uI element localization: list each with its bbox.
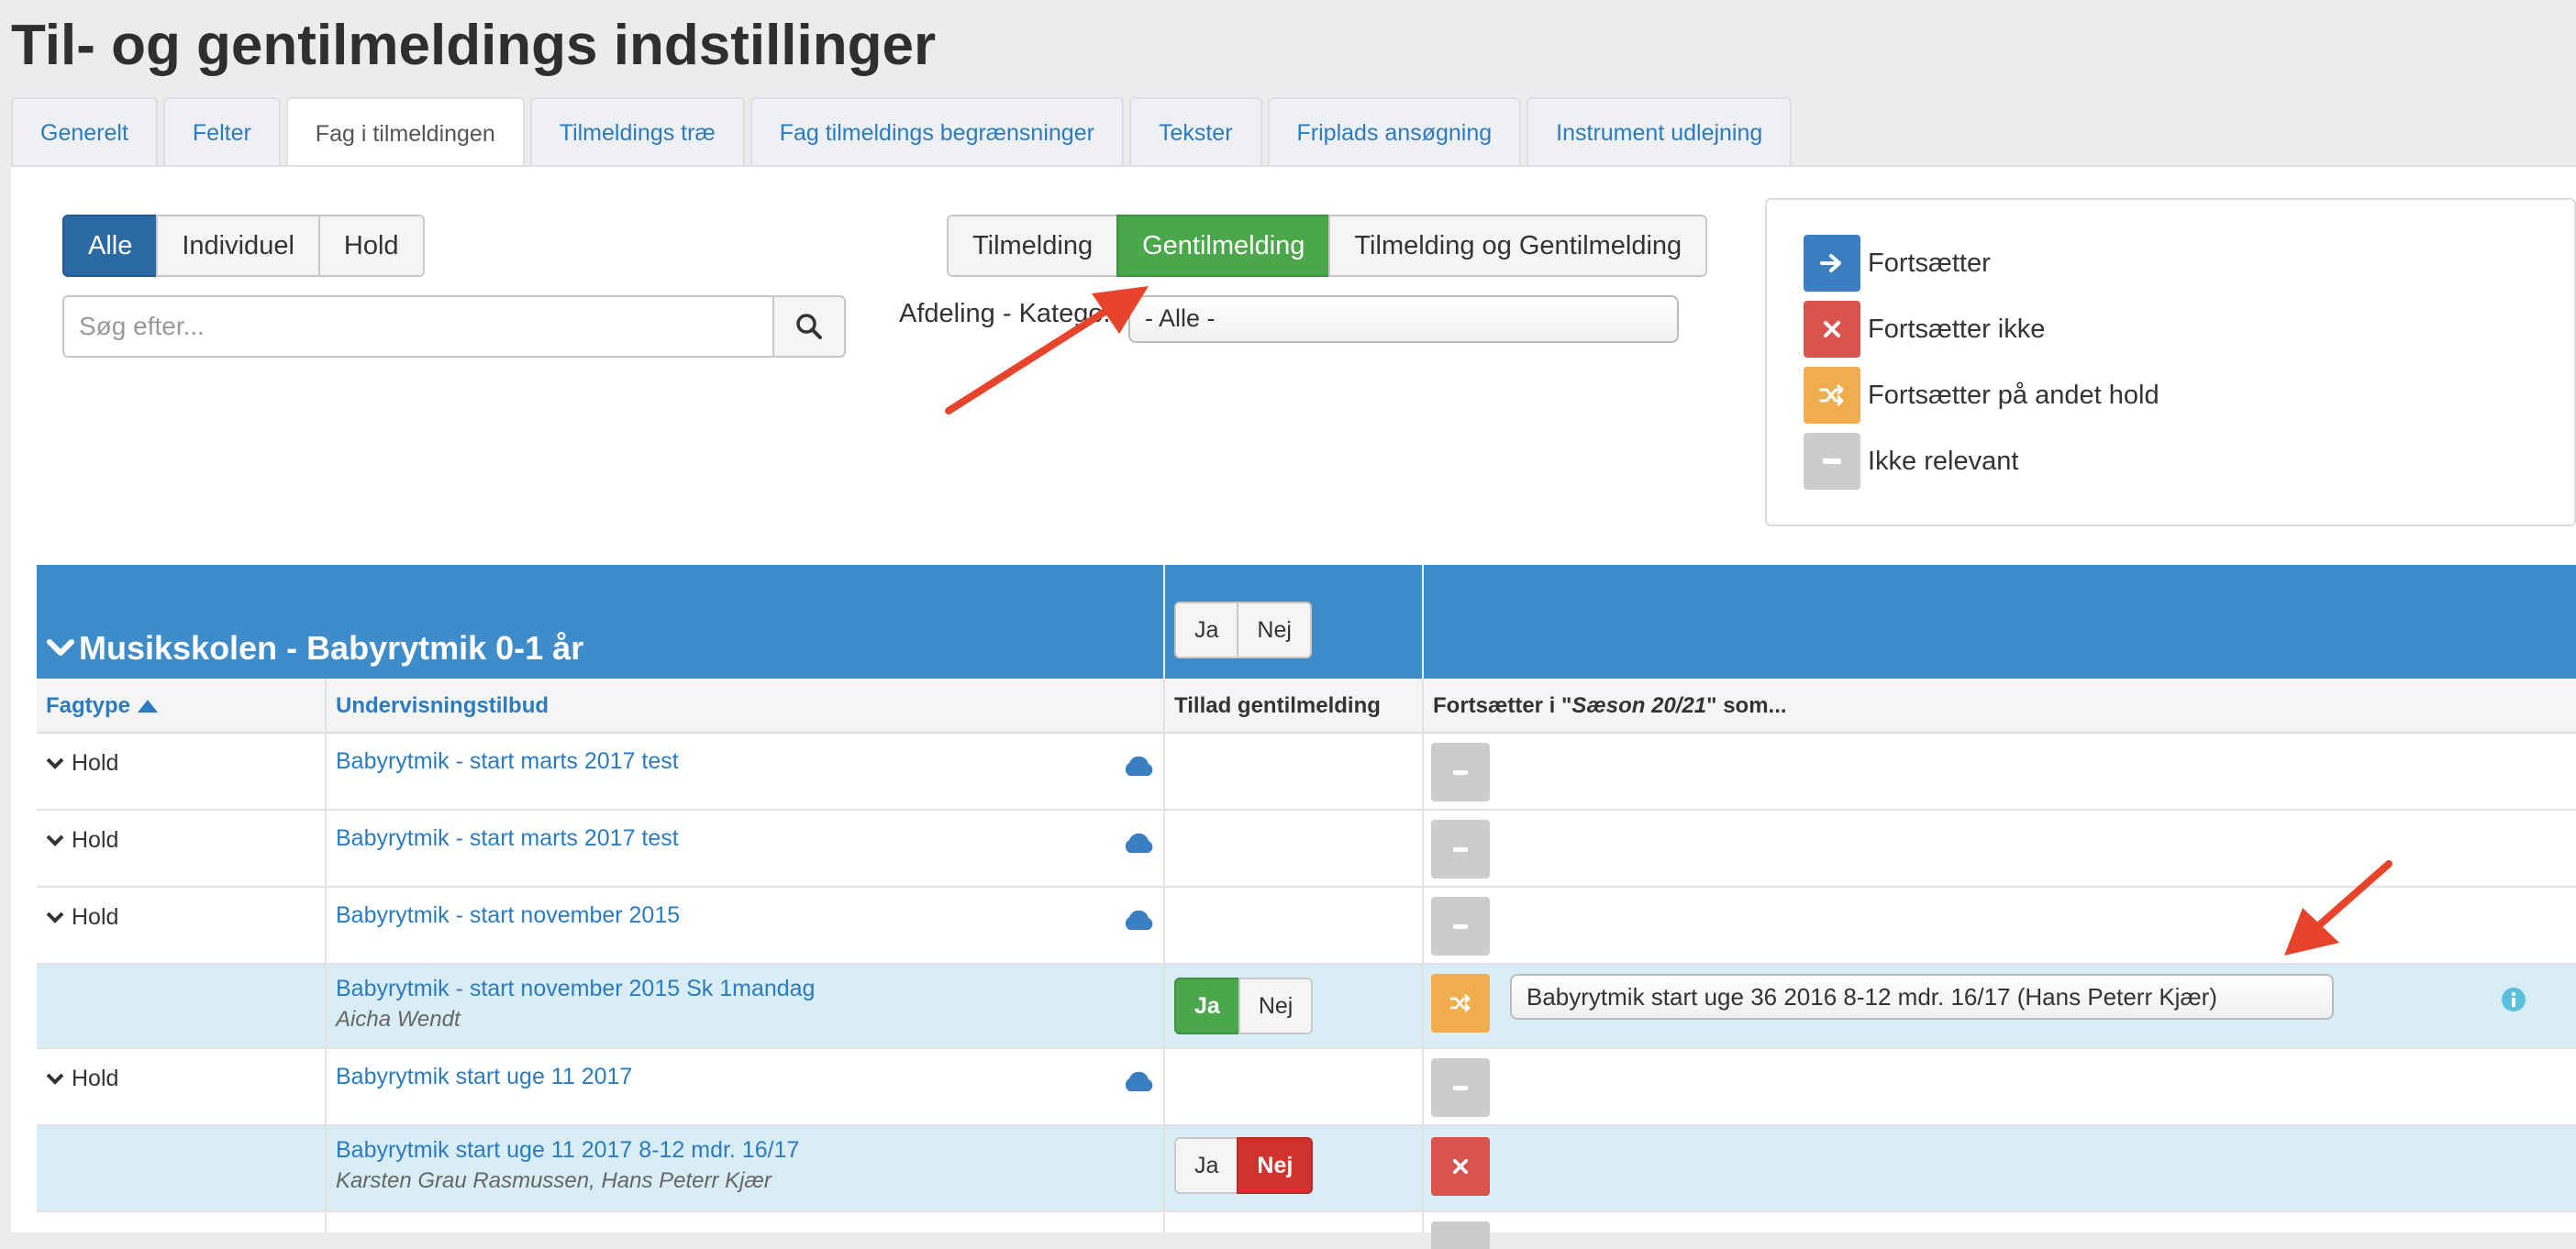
mode-tilmelding-og-gentilmelding-button[interactable]: Tilmelding og Gentilmelding bbox=[1328, 215, 1708, 277]
legend-label: Fortsætter på andet hold bbox=[1868, 380, 2160, 410]
search-bar bbox=[62, 295, 846, 358]
continue-team-select[interactable]: Babyrytmik start uge 36 2016 8-12 mdr. 1… bbox=[1510, 974, 2334, 1020]
shuffle-icon bbox=[1804, 367, 1860, 424]
chevron-down-icon bbox=[46, 1073, 64, 1085]
status-not-relevant-button[interactable] bbox=[1431, 1058, 1490, 1117]
chevron-down-icon bbox=[46, 757, 64, 769]
col-undervisningstilbud[interactable]: Undervisningstilbud bbox=[336, 693, 549, 719]
department-select[interactable]: - Alle - bbox=[1128, 295, 1679, 343]
search-icon bbox=[796, 314, 822, 339]
legend-label: Ikke relevant bbox=[1868, 446, 2019, 476]
arrow-right-icon bbox=[1804, 235, 1860, 292]
tab-tilmeldings-trae[interactable]: Tilmeldings træ bbox=[529, 97, 745, 167]
row-title-link[interactable]: Babyrytmik start uge 11 2017 bbox=[336, 1064, 632, 1090]
minus-icon bbox=[1453, 923, 1468, 929]
close-icon bbox=[1452, 1158, 1469, 1175]
group-toggle: Ja Nej bbox=[1174, 602, 1312, 658]
allow-toggle: Ja Nej bbox=[1174, 978, 1314, 1034]
filter-alle-button[interactable]: Alle bbox=[62, 215, 159, 277]
page-title: Til- og gentilmeldings indstillinger bbox=[11, 14, 937, 77]
search-button[interactable] bbox=[774, 295, 846, 358]
col-fagtype[interactable]: Fagtype bbox=[46, 693, 159, 719]
cloud-icon bbox=[1125, 833, 1153, 853]
status-legend: Fortsætter Fortsætter ikke Fortsætter på… bbox=[1765, 198, 2576, 526]
row-type[interactable]: Hold bbox=[46, 827, 118, 854]
minus-icon bbox=[1453, 846, 1468, 852]
row-title-link[interactable]: Babyrytmik - start november 2015 Sk 1man… bbox=[336, 976, 815, 1002]
table-row bbox=[37, 1212, 2576, 1249]
status-other-team-button[interactable] bbox=[1431, 974, 1490, 1033]
chevron-down-icon bbox=[46, 835, 64, 846]
legend-item-fortsaetter: Fortsætter bbox=[1804, 235, 1991, 292]
row-type[interactable]: Hold bbox=[46, 1066, 118, 1092]
allow-ja-button[interactable]: Ja bbox=[1174, 1137, 1239, 1194]
tab-felter[interactable]: Felter bbox=[162, 97, 281, 167]
tab-instrument-udlejning[interactable]: Instrument udlejning bbox=[1527, 97, 1793, 167]
table-head: Fagtype Undervisningstilbud Tillad genti… bbox=[37, 679, 2576, 734]
table-row: Hold Babyrytmik - start november 2015 bbox=[37, 888, 2576, 965]
table-row: Hold Babyrytmik - start marts 2017 test bbox=[37, 811, 2576, 888]
table-row: Hold Babyrytmik - start marts 2017 test bbox=[37, 734, 2576, 811]
legend-label: Fortsætter ikke bbox=[1868, 314, 2046, 344]
col-fortsaetter: Fortsætter i "Sæson 20/21" som... bbox=[1433, 693, 1787, 718]
annotation-arrow-icon bbox=[2284, 860, 2393, 956]
status-not-relevant-button[interactable] bbox=[1431, 897, 1490, 956]
annotation-arrow-icon bbox=[945, 286, 1149, 414]
tab-fag-tilmeldings-begraensninger[interactable]: Fag tilmeldings begrænsninger bbox=[749, 97, 1124, 167]
row-title-link[interactable]: Babyrytmik - start marts 2017 test bbox=[336, 748, 679, 775]
row-type[interactable]: Hold bbox=[46, 750, 118, 777]
search-input[interactable] bbox=[62, 295, 774, 358]
filter-individuel-button[interactable]: Individuel bbox=[156, 215, 320, 277]
row-title-link[interactable]: Babyrytmik start uge 11 2017 8-12 mdr. 1… bbox=[336, 1137, 799, 1164]
filter-hold-button[interactable]: Hold bbox=[317, 215, 425, 277]
legend-item-andet-hold: Fortsætter på andet hold bbox=[1804, 367, 2160, 424]
minus-icon bbox=[1804, 433, 1860, 490]
status-not-relevant-button[interactable] bbox=[1431, 820, 1490, 879]
sort-asc-icon bbox=[138, 700, 159, 713]
allow-nej-button[interactable]: Nej bbox=[1238, 978, 1314, 1034]
cloud-icon bbox=[1125, 1071, 1153, 1091]
minus-icon bbox=[1453, 769, 1468, 775]
status-not-relevant-button[interactable] bbox=[1431, 1221, 1490, 1249]
row-title-link[interactable]: Babyrytmik - start november 2015 bbox=[336, 902, 680, 929]
shuffle-icon bbox=[1449, 994, 1471, 1012]
legend-item-fortsaetter-ikke: Fortsætter ikke bbox=[1804, 301, 2045, 358]
group-title[interactable]: Musikskolen - Babyrytmik 0-1 år bbox=[46, 629, 583, 668]
status-not-continuing-button[interactable] bbox=[1431, 1137, 1490, 1196]
info-icon[interactable] bbox=[2501, 987, 2526, 1012]
tab-friplads-ansoegning[interactable]: Friplads ansøgning bbox=[1267, 97, 1522, 167]
group-ja-button[interactable]: Ja bbox=[1174, 602, 1239, 658]
row-teacher: Karsten Grau Rasmussen, Hans Peterr Kjær bbox=[336, 1168, 772, 1193]
col-tillad-gentilmelding: Tillad gentilmelding bbox=[1174, 693, 1381, 718]
row-type[interactable]: Hold bbox=[46, 904, 118, 931]
tab-generelt[interactable]: Generelt bbox=[11, 97, 158, 167]
table-row: Babyrytmik - start november 2015 Sk 1man… bbox=[37, 965, 2576, 1049]
chevron-down-icon bbox=[47, 639, 74, 656]
status-not-relevant-button[interactable] bbox=[1431, 743, 1490, 801]
row-title-link[interactable]: Babyrytmik - start marts 2017 test bbox=[336, 825, 679, 852]
mode-gentilmelding-button[interactable]: Gentilmelding bbox=[1116, 215, 1331, 277]
allow-ja-button[interactable]: Ja bbox=[1174, 978, 1240, 1034]
legend-label: Fortsætter bbox=[1868, 248, 1991, 278]
chevron-down-icon bbox=[46, 912, 64, 923]
row-teacher: Aicha Wendt bbox=[336, 1007, 461, 1032]
minus-icon bbox=[1453, 1085, 1468, 1090]
tab-bar: Generelt Felter Fag i tilmeldingen Tilme… bbox=[11, 97, 1797, 169]
mode-tilmelding-button[interactable]: Tilmelding bbox=[947, 215, 1119, 277]
tab-tekster[interactable]: Tekster bbox=[1128, 97, 1262, 167]
mode-filter-group: Tilmelding Gentilmelding Tilmelding og G… bbox=[947, 215, 1708, 277]
close-icon bbox=[1804, 301, 1860, 358]
table-row: Hold Babyrytmik start uge 11 2017 bbox=[37, 1049, 2576, 1126]
allow-toggle: Ja Nej bbox=[1174, 1137, 1314, 1194]
allow-nej-button[interactable]: Nej bbox=[1237, 1137, 1314, 1194]
cloud-icon bbox=[1125, 756, 1153, 776]
group-header: Musikskolen - Babyrytmik 0-1 år Ja Nej bbox=[37, 565, 2576, 679]
tab-fag-i-tilmeldingen[interactable]: Fag i tilmeldingen bbox=[285, 97, 525, 169]
group-nej-button[interactable]: Nej bbox=[1237, 602, 1312, 658]
type-filter-group: Alle Individuel Hold bbox=[62, 215, 425, 277]
legend-item-ikke-relevant: Ikke relevant bbox=[1804, 433, 2018, 490]
table-row: Babyrytmik start uge 11 2017 8-12 mdr. 1… bbox=[37, 1126, 2576, 1212]
cloud-icon bbox=[1125, 910, 1153, 930]
